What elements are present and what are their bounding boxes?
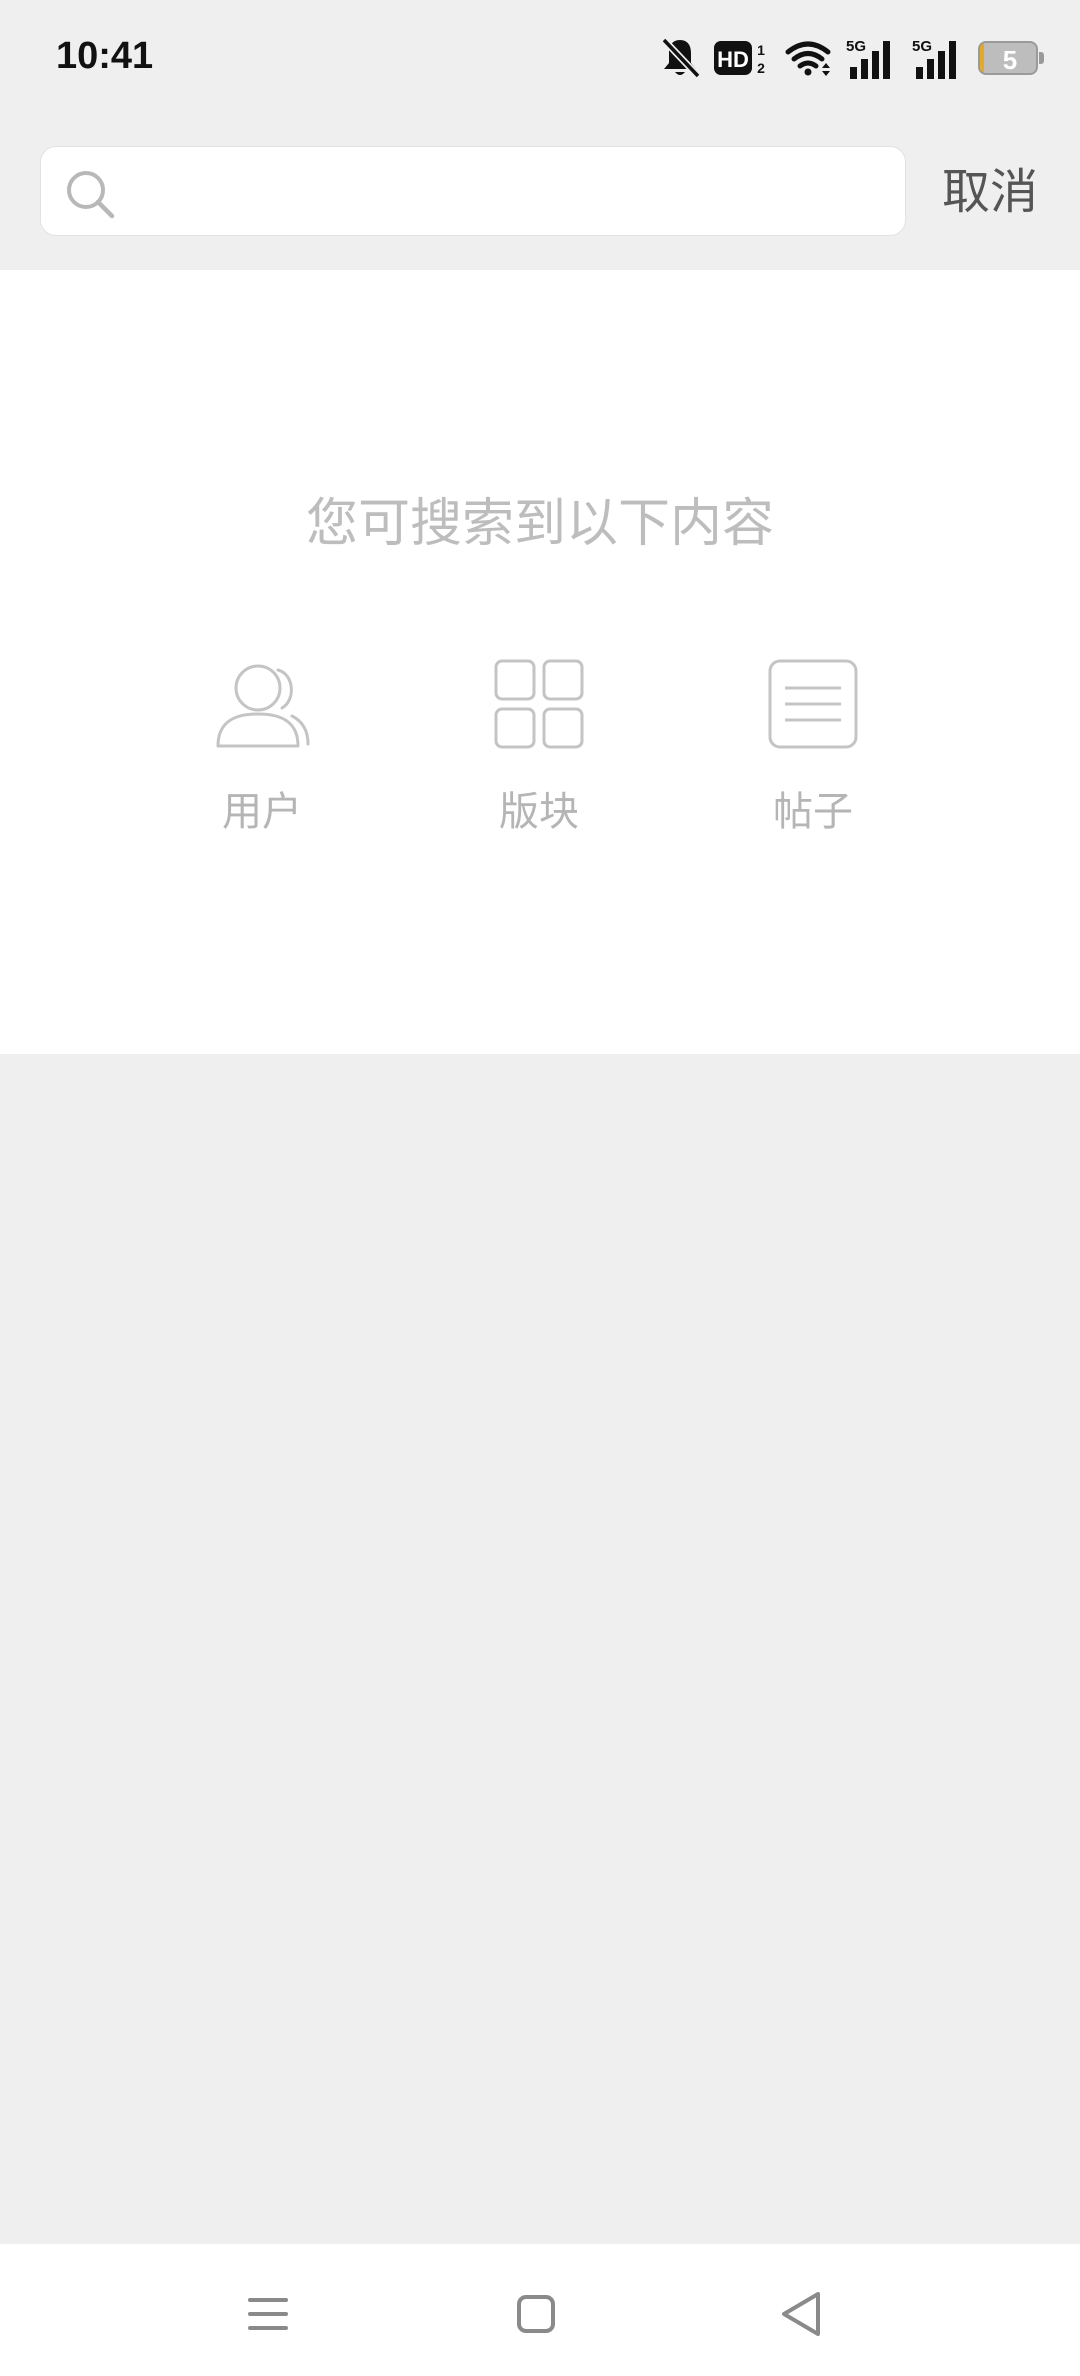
navigation-bar (0, 2244, 1080, 2376)
users-icon (216, 664, 310, 748)
bell-off-icon (661, 37, 700, 79)
search-hint-panel: 您可搜索到以下内容 用户 版块 帖子 (0, 270, 1080, 1054)
cancel-button[interactable]: 取消 (942, 160, 1038, 224)
back-triangle-icon (782, 2292, 820, 2336)
battery-level: 5 (1002, 45, 1018, 75)
battery-body: 5 (978, 41, 1038, 75)
home-square-icon (517, 2295, 555, 2333)
hd-sub1: 1 (757, 42, 765, 58)
nav-back-button[interactable] (762, 2274, 842, 2354)
signal-icon: 5G (912, 38, 956, 79)
category-posts-label: 帖子 (773, 789, 853, 835)
category-boards[interactable]: 版块 (459, 658, 619, 836)
grid-icon (494, 659, 584, 749)
nav-menu-button[interactable] (228, 2274, 308, 2354)
search-box[interactable] (40, 146, 906, 236)
category-posts[interactable]: 帖子 (733, 658, 893, 836)
search-header: 取消 (0, 120, 1080, 270)
network-label-1: 5G (846, 38, 866, 55)
hd-sub2: 2 (757, 60, 765, 76)
hd-label: HD (717, 47, 749, 72)
status-time: 10:41 (56, 35, 154, 77)
nav-home-button[interactable] (496, 2274, 576, 2354)
wifi-icon (785, 41, 831, 76)
hd-icon: HD 1 2 (714, 38, 770, 78)
category-users[interactable]: 用户 (182, 658, 342, 836)
battery-icon: 5 (978, 41, 1044, 75)
document-icon (768, 659, 858, 749)
search-input[interactable] (137, 157, 891, 227)
signal-icon: 5G (846, 38, 890, 79)
category-users-label: 用户 (222, 789, 302, 835)
network-label-2: 5G (912, 38, 932, 55)
search-icon (67, 171, 115, 219)
menu-icon (248, 2298, 288, 2330)
status-icons: HD 1 2 5G 5G 5 (660, 30, 1044, 86)
hint-title: 您可搜索到以下内容 (305, 494, 774, 554)
category-boards-label: 版块 (499, 789, 579, 835)
battery-nub (1039, 52, 1044, 64)
status-bar: 10:41 HD 1 2 5G 5G 5 (0, 0, 1080, 120)
